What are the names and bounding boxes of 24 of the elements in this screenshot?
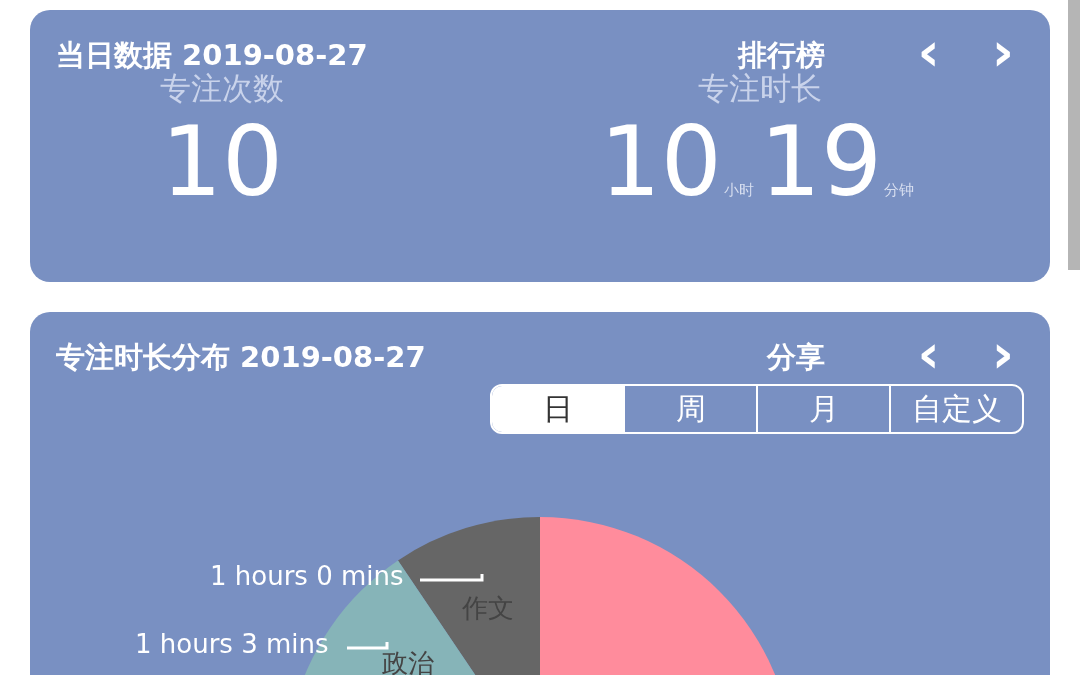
slice-label: 政治 <box>382 647 434 675</box>
previous-button[interactable]: ‹ <box>907 25 950 79</box>
card-title: 专注时长分布 2019-08-27 <box>56 339 427 376</box>
next-button[interactable]: › <box>981 25 1024 79</box>
next-button[interactable]: › <box>981 327 1024 381</box>
stat-label: 专注时长 <box>697 70 822 108</box>
stat-label: 专注次数 <box>160 70 284 108</box>
duration-label: 1 hours 3 mins <box>135 629 329 659</box>
leader-line <box>347 642 389 650</box>
hours-value: 10 <box>599 110 722 216</box>
duration-label: 1 hours 0 mins <box>210 561 404 591</box>
stat-value: 10 <box>160 110 284 216</box>
minutes-value: 19 <box>759 110 882 216</box>
scrollbar[interactable] <box>1068 0 1080 270</box>
leader-line <box>420 574 484 582</box>
share-button[interactable]: 分享 <box>767 338 826 378</box>
period-tab[interactable]: 自定义 <box>889 386 1022 432</box>
period-tab[interactable]: 月 <box>756 386 889 432</box>
period-tab[interactable]: 周 <box>623 386 756 432</box>
unit-label: 小时 <box>723 181 754 200</box>
previous-button[interactable]: ‹ <box>907 327 950 381</box>
period-tab[interactable]: 日 <box>492 386 623 432</box>
card-title: 当日数据 2019-08-27 <box>56 37 369 73</box>
unit-label: 分钟 <box>884 181 914 200</box>
